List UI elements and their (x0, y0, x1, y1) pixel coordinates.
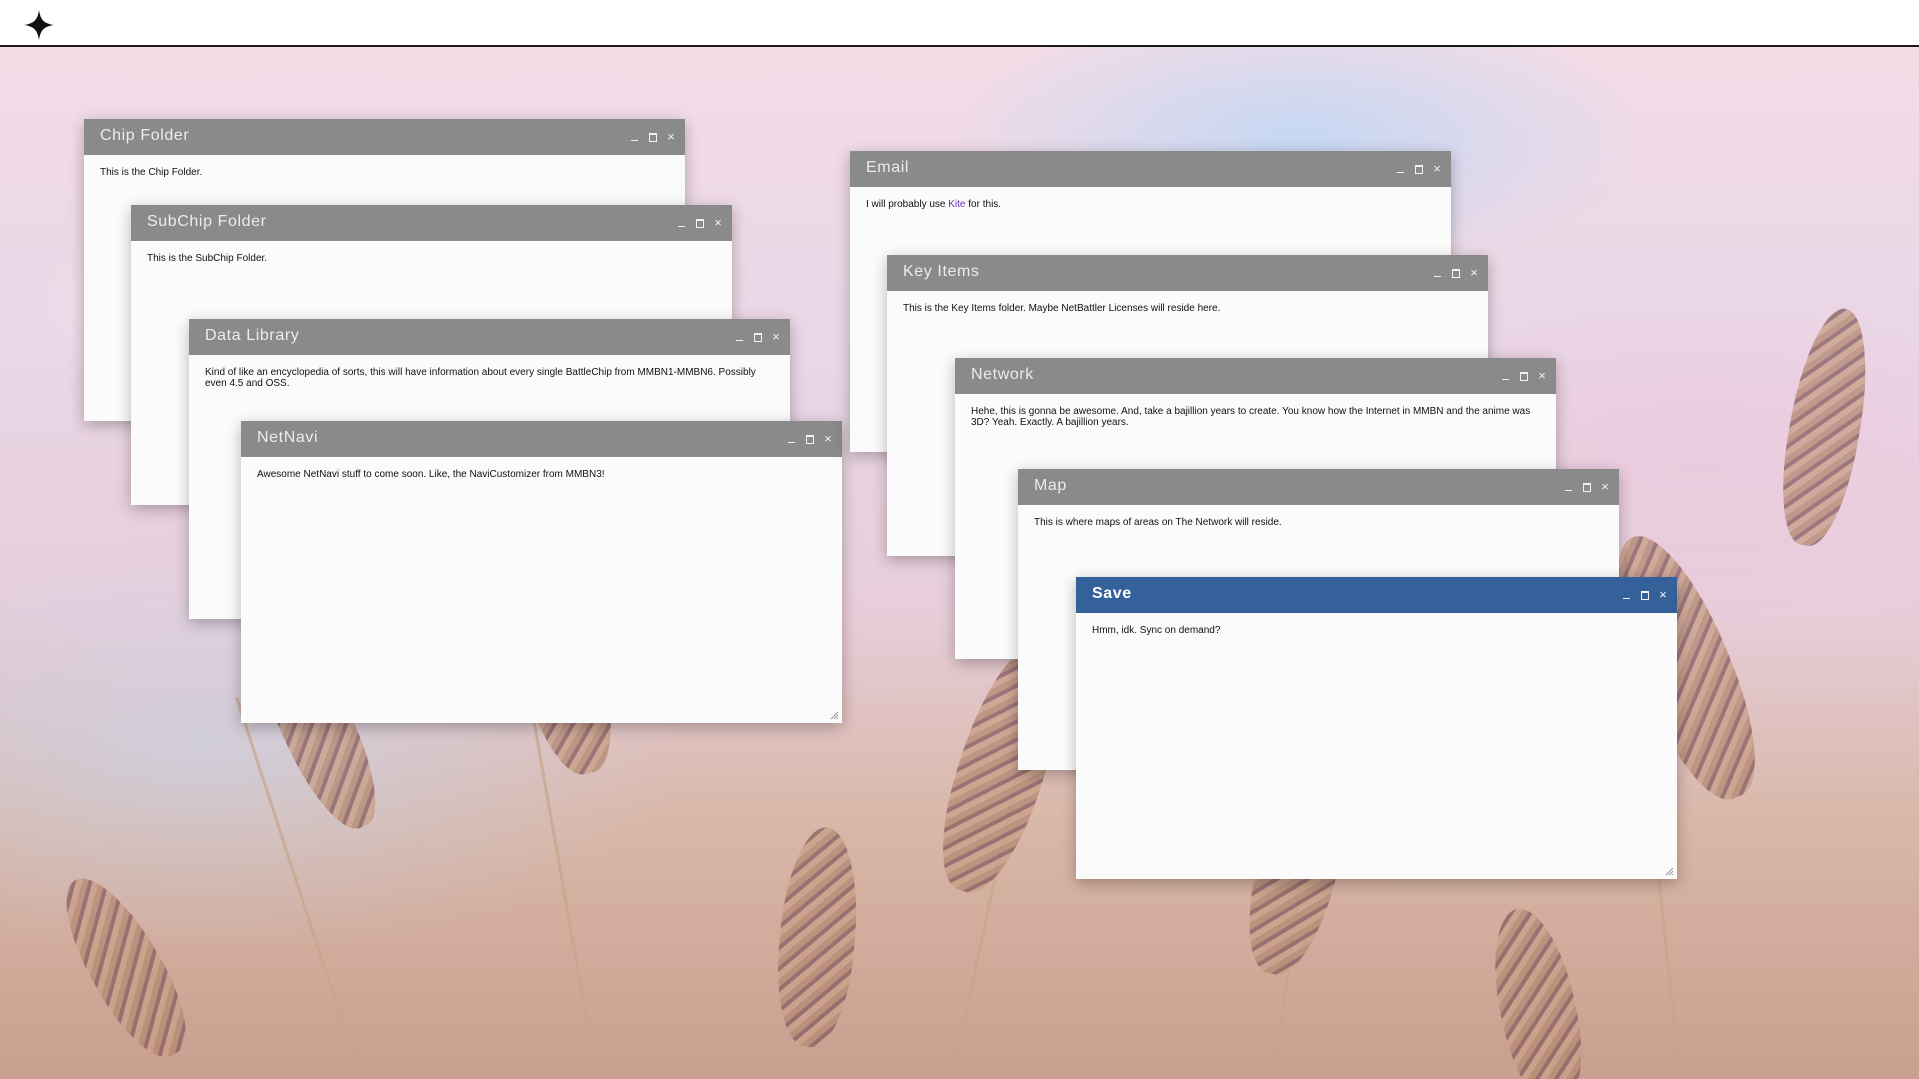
close-icon[interactable]: × (1431, 160, 1443, 178)
window-titlebar[interactable]: Chip Folder × (84, 119, 685, 155)
close-icon[interactable]: × (1536, 367, 1548, 385)
window-titlebar[interactable]: SubChip Folder × (131, 205, 732, 241)
window-title: Email (866, 159, 910, 176)
window-titlebar[interactable]: Save × (1076, 577, 1677, 613)
close-icon[interactable]: × (822, 430, 834, 448)
window-title: Save (1092, 585, 1132, 602)
email-text-after: for this. (965, 199, 1002, 210)
window-titlebar[interactable]: Data Library × (189, 319, 790, 355)
window-content: Hehe, this is gonna be awesome. And, tak… (971, 406, 1531, 428)
maximize-icon[interactable] (1413, 160, 1425, 178)
minimize-icon[interactable] (1395, 160, 1407, 178)
minimize-icon[interactable] (734, 328, 746, 346)
window-save[interactable]: Save × Hmm, idk. Sync on demand? (1076, 577, 1677, 879)
window-content: I will probably use Kite for this. (866, 199, 1435, 210)
window-title: Network (971, 366, 1034, 383)
email-text-before: I will probably use (866, 199, 949, 210)
minimize-icon[interactable] (629, 128, 641, 146)
sparkle-star-icon[interactable] (22, 8, 56, 42)
window-content: This is the Chip Folder. (100, 167, 203, 178)
kite-link[interactable]: Kite (948, 199, 965, 210)
maximize-icon[interactable] (694, 214, 706, 232)
top-bar (0, 0, 1919, 47)
maximize-icon[interactable] (804, 430, 816, 448)
window-content: Kind of like an encyclopedia of sorts, t… (205, 367, 756, 389)
maximize-icon[interactable] (647, 128, 659, 146)
window-titlebar[interactable]: Network × (955, 358, 1556, 394)
close-icon[interactable]: × (770, 328, 782, 346)
close-icon[interactable]: × (665, 128, 677, 146)
window-titlebar[interactable]: Email × (850, 151, 1451, 187)
window-title: Chip Folder (100, 127, 190, 144)
window-content: Hmm, idk. Sync on demand? (1092, 625, 1221, 636)
maximize-icon[interactable] (752, 328, 764, 346)
window-title: Data Library (205, 327, 300, 344)
window-titlebar[interactable]: Key Items × (887, 255, 1488, 291)
window-content: This is the Key Items folder. Maybe NetB… (903, 303, 1221, 314)
maximize-icon[interactable] (1639, 586, 1651, 604)
minimize-icon[interactable] (676, 214, 688, 232)
maximize-icon[interactable] (1518, 367, 1530, 385)
window-titlebar[interactable]: Map × (1018, 469, 1619, 505)
minimize-icon[interactable] (786, 430, 798, 448)
resize-grip-icon[interactable] (1664, 866, 1674, 876)
resize-grip-icon[interactable] (829, 710, 839, 720)
minimize-icon[interactable] (1621, 586, 1633, 604)
minimize-icon[interactable] (1432, 264, 1444, 282)
maximize-icon[interactable] (1581, 478, 1593, 496)
close-icon[interactable]: × (1468, 264, 1480, 282)
window-title: SubChip Folder (147, 213, 267, 230)
window-content: This is the SubChip Folder. (147, 253, 268, 264)
window-title: Key Items (903, 263, 980, 280)
window-netnavi[interactable]: NetNavi × Awesome NetNavi stuff to come … (241, 421, 842, 723)
window-content: This is where maps of areas on The Netwo… (1034, 517, 1282, 528)
window-title: Map (1034, 477, 1067, 494)
maximize-icon[interactable] (1450, 264, 1462, 282)
window-titlebar[interactable]: NetNavi × (241, 421, 842, 457)
minimize-icon[interactable] (1563, 478, 1575, 496)
close-icon[interactable]: × (1599, 478, 1611, 496)
close-icon[interactable]: × (712, 214, 724, 232)
window-content: Awesome NetNavi stuff to come soon. Like… (257, 469, 605, 480)
close-icon[interactable]: × (1657, 586, 1669, 604)
minimize-icon[interactable] (1500, 367, 1512, 385)
window-title: NetNavi (257, 429, 319, 446)
